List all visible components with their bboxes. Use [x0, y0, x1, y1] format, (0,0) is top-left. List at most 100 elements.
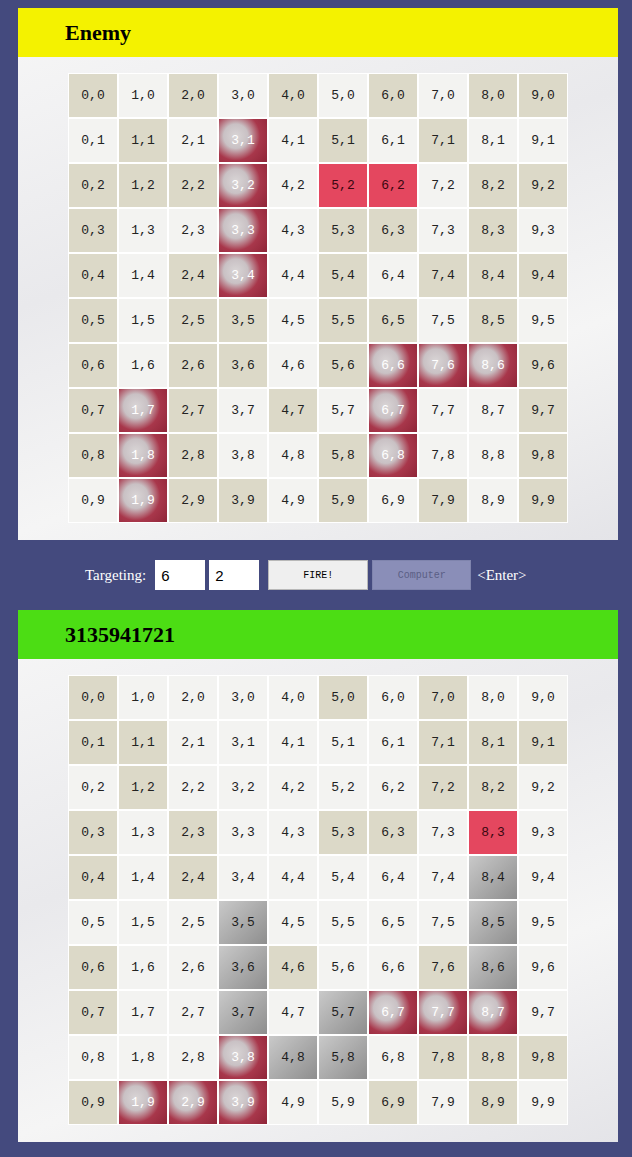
- board-cell[interactable]: 0,2: [68, 765, 118, 810]
- board-cell[interactable]: 5,8: [318, 1035, 368, 1080]
- board-cell[interactable]: 2,0: [168, 675, 218, 720]
- board-cell[interactable]: 9,2: [518, 765, 568, 810]
- board-cell[interactable]: 6,6: [368, 343, 418, 388]
- board-cell[interactable]: 6,9: [368, 1080, 418, 1125]
- board-cell[interactable]: 1,8: [118, 433, 168, 478]
- board-cell[interactable]: 6,0: [368, 73, 418, 118]
- board-cell[interactable]: 1,2: [118, 765, 168, 810]
- board-cell[interactable]: 2,1: [168, 720, 218, 765]
- board-cell[interactable]: 5,4: [318, 855, 368, 900]
- board-cell[interactable]: 0,6: [68, 945, 118, 990]
- board-cell[interactable]: 4,7: [268, 990, 318, 1035]
- board-cell[interactable]: 8,9: [468, 478, 518, 523]
- board-cell[interactable]: 7,6: [418, 945, 468, 990]
- board-cell[interactable]: 7,0: [418, 675, 468, 720]
- board-cell[interactable]: 8,4: [468, 855, 518, 900]
- board-cell[interactable]: 0,0: [68, 73, 118, 118]
- board-cell[interactable]: 9,8: [518, 433, 568, 478]
- board-cell[interactable]: 6,1: [368, 118, 418, 163]
- board-cell[interactable]: 2,4: [168, 855, 218, 900]
- board-cell[interactable]: 1,2: [118, 163, 168, 208]
- board-cell[interactable]: 9,4: [518, 253, 568, 298]
- board-cell[interactable]: 0,8: [68, 1035, 118, 1080]
- board-cell[interactable]: 3,4: [218, 253, 268, 298]
- board-cell[interactable]: 1,3: [118, 208, 168, 253]
- board-cell[interactable]: 4,5: [268, 900, 318, 945]
- board-cell[interactable]: 9,6: [518, 343, 568, 388]
- board-cell[interactable]: 8,0: [468, 675, 518, 720]
- board-cell[interactable]: 1,5: [118, 298, 168, 343]
- board-cell[interactable]: 1,1: [118, 118, 168, 163]
- board-cell[interactable]: 6,4: [368, 253, 418, 298]
- board-cell[interactable]: 4,5: [268, 298, 318, 343]
- board-cell[interactable]: 3,7: [218, 990, 268, 1035]
- board-cell[interactable]: 7,9: [418, 1080, 468, 1125]
- board-cell[interactable]: 5,6: [318, 343, 368, 388]
- board-cell[interactable]: 0,5: [68, 298, 118, 343]
- board-cell[interactable]: 4,0: [268, 675, 318, 720]
- board-cell[interactable]: 5,2: [318, 163, 368, 208]
- board-cell[interactable]: 4,6: [268, 945, 318, 990]
- board-cell[interactable]: 9,7: [518, 990, 568, 1035]
- target-x-input[interactable]: [155, 560, 205, 590]
- board-cell[interactable]: 4,2: [268, 765, 318, 810]
- board-cell[interactable]: 2,5: [168, 298, 218, 343]
- board-cell[interactable]: 7,1: [418, 118, 468, 163]
- board-cell[interactable]: 7,6: [418, 343, 468, 388]
- board-cell[interactable]: 3,9: [218, 1080, 268, 1125]
- board-cell[interactable]: 9,5: [518, 298, 568, 343]
- board-cell[interactable]: 3,0: [218, 73, 268, 118]
- board-cell[interactable]: 1,9: [118, 1080, 168, 1125]
- board-cell[interactable]: 5,1: [318, 720, 368, 765]
- board-cell[interactable]: 6,2: [368, 765, 418, 810]
- board-cell[interactable]: 2,2: [168, 163, 218, 208]
- board-cell[interactable]: 2,0: [168, 73, 218, 118]
- board-cell[interactable]: 0,3: [68, 208, 118, 253]
- board-cell[interactable]: 2,9: [168, 1080, 218, 1125]
- board-cell[interactable]: 1,4: [118, 253, 168, 298]
- board-cell[interactable]: 1,5: [118, 900, 168, 945]
- board-cell[interactable]: 3,7: [218, 388, 268, 433]
- board-cell[interactable]: 0,1: [68, 720, 118, 765]
- board-cell[interactable]: 9,0: [518, 675, 568, 720]
- board-cell[interactable]: 2,3: [168, 810, 218, 855]
- board-cell[interactable]: 9,5: [518, 900, 568, 945]
- board-cell[interactable]: 1,9: [118, 478, 168, 523]
- board-cell[interactable]: 8,6: [468, 343, 518, 388]
- board-cell[interactable]: 6,3: [368, 208, 418, 253]
- board-cell[interactable]: 4,3: [268, 208, 318, 253]
- board-cell[interactable]: 4,3: [268, 810, 318, 855]
- board-cell[interactable]: 7,5: [418, 298, 468, 343]
- board-cell[interactable]: 8,0: [468, 73, 518, 118]
- board-cell[interactable]: 2,4: [168, 253, 218, 298]
- board-cell[interactable]: 8,8: [468, 1035, 518, 1080]
- board-cell[interactable]: 1,1: [118, 720, 168, 765]
- board-cell[interactable]: 8,1: [468, 118, 518, 163]
- board-cell[interactable]: 8,2: [468, 163, 518, 208]
- board-cell[interactable]: 9,9: [518, 1080, 568, 1125]
- board-cell[interactable]: 6,4: [368, 855, 418, 900]
- board-cell[interactable]: 9,9: [518, 478, 568, 523]
- board-cell[interactable]: 3,6: [218, 945, 268, 990]
- board-cell[interactable]: 2,1: [168, 118, 218, 163]
- board-cell[interactable]: 3,2: [218, 765, 268, 810]
- board-cell[interactable]: 7,2: [418, 163, 468, 208]
- board-cell[interactable]: 4,1: [268, 118, 318, 163]
- board-cell[interactable]: 0,1: [68, 118, 118, 163]
- board-cell[interactable]: 5,2: [318, 765, 368, 810]
- board-cell[interactable]: 9,0: [518, 73, 568, 118]
- board-cell[interactable]: 3,2: [218, 163, 268, 208]
- board-cell[interactable]: 6,7: [368, 388, 418, 433]
- board-cell[interactable]: 6,9: [368, 478, 418, 523]
- board-cell[interactable]: 5,1: [318, 118, 368, 163]
- board-cell[interactable]: 7,1: [418, 720, 468, 765]
- board-cell[interactable]: 0,5: [68, 900, 118, 945]
- board-cell[interactable]: 7,0: [418, 73, 468, 118]
- board-cell[interactable]: 6,7: [368, 990, 418, 1035]
- board-cell[interactable]: 2,8: [168, 1035, 218, 1080]
- board-cell[interactable]: 2,9: [168, 478, 218, 523]
- board-cell[interactable]: 6,8: [368, 1035, 418, 1080]
- board-cell[interactable]: 5,7: [318, 990, 368, 1035]
- board-cell[interactable]: 0,2: [68, 163, 118, 208]
- board-cell[interactable]: 9,4: [518, 855, 568, 900]
